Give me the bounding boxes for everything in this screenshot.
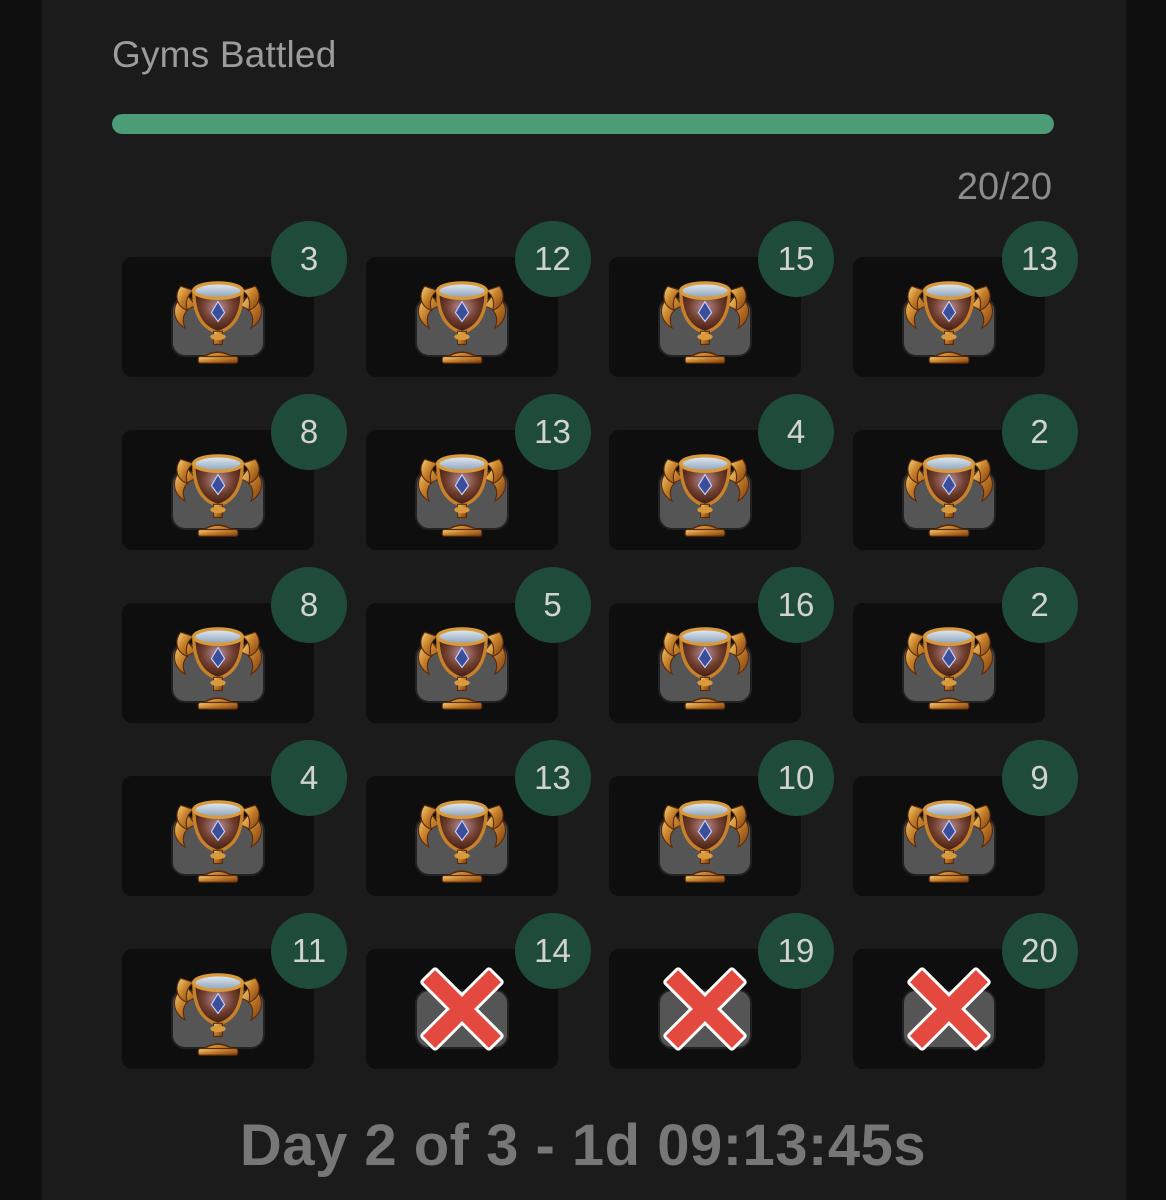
gym-tile[interactable]: 15 bbox=[609, 221, 834, 377]
gym-tile[interactable]: 12 bbox=[365, 221, 591, 377]
gym-tile[interactable]: 16 bbox=[609, 567, 834, 723]
gym-tile[interactable]: 20 bbox=[852, 913, 1078, 1069]
gym-count-badge: 8 bbox=[271, 394, 347, 470]
red-x-icon bbox=[899, 959, 999, 1059]
gold-trophy-icon bbox=[650, 781, 760, 891]
gold-trophy-icon bbox=[163, 435, 273, 545]
gold-trophy-icon bbox=[894, 781, 1004, 891]
gym-tile[interactable]: 10 bbox=[609, 740, 834, 896]
gyms-progress-fill bbox=[112, 114, 1054, 134]
gym-count-badge: 10 bbox=[758, 740, 834, 816]
gold-trophy-icon bbox=[894, 435, 1004, 545]
gold-trophy-icon bbox=[894, 608, 1004, 718]
gym-tile[interactable]: 13 bbox=[365, 394, 591, 550]
gym-count-badge: 14 bbox=[514, 913, 591, 989]
gold-trophy-icon bbox=[650, 262, 760, 372]
gym-count-badge: 11 bbox=[271, 913, 347, 989]
gold-trophy-icon bbox=[163, 954, 273, 1064]
gym-count-badge: 20 bbox=[1001, 913, 1078, 989]
gym-tile[interactable]: 8 bbox=[122, 394, 347, 550]
gym-count-badge: 2 bbox=[1001, 567, 1078, 643]
gym-count-badge: 13 bbox=[1001, 221, 1078, 297]
gym-count-badge: 4 bbox=[271, 740, 347, 816]
gold-trophy-icon bbox=[163, 608, 273, 718]
event-timer: Day 2 of 3 - 1d 09:13:45s bbox=[239, 1113, 927, 1178]
gym-count-badge: 2 bbox=[1001, 394, 1078, 470]
screen-background: Gyms Battled 20/20 3 12 15 13 8 13 4 2 8… bbox=[0, 0, 1166, 1200]
gold-trophy-icon bbox=[650, 608, 760, 718]
gym-count-badge: 9 bbox=[1001, 740, 1078, 816]
gym-count-badge: 3 bbox=[271, 221, 347, 297]
red-x-icon bbox=[655, 959, 755, 1059]
gyms-progress-count: 20/20 bbox=[956, 166, 1052, 208]
gold-trophy-icon bbox=[407, 262, 517, 372]
gyms-progress-bar bbox=[112, 114, 1054, 134]
gym-count-badge: 12 bbox=[514, 221, 591, 297]
gym-tile[interactable]: 19 bbox=[609, 913, 834, 1069]
gold-trophy-icon bbox=[407, 781, 517, 891]
gym-tile[interactable]: 13 bbox=[365, 740, 591, 896]
gym-tile[interactable]: 3 bbox=[122, 221, 347, 377]
gym-tile[interactable]: 2 bbox=[852, 394, 1078, 550]
gym-count-badge: 15 bbox=[758, 221, 834, 297]
gym-tile[interactable]: 11 bbox=[122, 913, 347, 1069]
gym-tile[interactable]: 8 bbox=[122, 567, 347, 723]
gold-trophy-icon bbox=[407, 435, 517, 545]
section-title: Gyms Battled bbox=[112, 34, 337, 75]
gym-count-badge: 19 bbox=[758, 913, 834, 989]
gold-trophy-icon bbox=[650, 435, 760, 545]
gym-tile[interactable]: 13 bbox=[852, 221, 1078, 377]
gym-count-badge: 13 bbox=[514, 394, 591, 470]
gold-trophy-icon bbox=[407, 608, 517, 718]
gym-count-badge: 8 bbox=[271, 567, 347, 643]
gym-tile[interactable]: 9 bbox=[852, 740, 1078, 896]
gym-count-badge: 4 bbox=[758, 394, 834, 470]
gym-tile[interactable]: 14 bbox=[365, 913, 591, 1069]
gym-tile[interactable]: 4 bbox=[609, 394, 834, 550]
gym-count-badge: 16 bbox=[758, 567, 834, 643]
red-x-icon bbox=[412, 959, 512, 1059]
gym-count-badge: 13 bbox=[514, 740, 591, 816]
gold-trophy-icon bbox=[163, 262, 273, 372]
gold-trophy-icon bbox=[894, 262, 1004, 372]
gym-tile[interactable]: 5 bbox=[365, 567, 591, 723]
gym-tile[interactable]: 4 bbox=[122, 740, 347, 896]
gym-count-badge: 5 bbox=[514, 567, 591, 643]
gold-trophy-icon bbox=[163, 781, 273, 891]
gym-tile[interactable]: 2 bbox=[852, 567, 1078, 723]
